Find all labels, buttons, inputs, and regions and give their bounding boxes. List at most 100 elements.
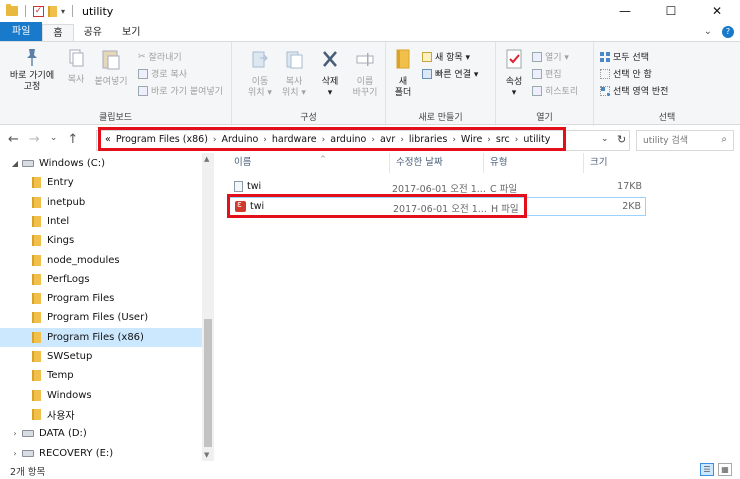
- back-button[interactable]: ←: [8, 132, 19, 147]
- tree-item[interactable]: Program Files (x86): [0, 327, 202, 347]
- scrollbar-thumb[interactable]: [204, 319, 212, 447]
- pin-quick-access-button[interactable]: 바로 가기에 고정: [4, 48, 60, 93]
- tree-item[interactable]: › DATA (D:): [0, 424, 202, 443]
- folder-icon: [32, 196, 41, 208]
- tree-item[interactable]: Windows: [0, 386, 202, 405]
- tree-item[interactable]: Temp: [0, 366, 202, 385]
- up-button[interactable]: ↑: [67, 132, 78, 147]
- tab-share[interactable]: 공유: [74, 24, 112, 42]
- address-dropdown-icon[interactable]: ⌄: [601, 134, 609, 144]
- scroll-down-icon[interactable]: ▼: [204, 451, 209, 459]
- column-header-date[interactable]: 수정한 날짜: [390, 153, 484, 173]
- move-to-button[interactable]: 이동 위치 ▾: [244, 48, 276, 99]
- copy-icon: [62, 48, 90, 72]
- copy-path-button[interactable]: 경로 복사: [138, 67, 187, 80]
- move-to-icon: [244, 48, 276, 74]
- customize-toolbar-icon[interactable]: ▾: [61, 7, 65, 16]
- tree-item[interactable]: ◢ Windows (C:): [0, 154, 202, 173]
- title-bar: ✓ ▾ utility — ☐ ✕: [0, 0, 740, 22]
- tree-item[interactable]: node_modules: [0, 251, 202, 270]
- new-folder-button[interactable]: 새 폴더: [390, 48, 416, 99]
- ribbon-collapse-icon[interactable]: ⌄: [704, 26, 712, 38]
- tree-item-label: RECOVERY (E:): [39, 447, 114, 459]
- easy-access-button[interactable]: 빠른 연결 ▾: [422, 67, 478, 80]
- minimize-button[interactable]: —: [602, 0, 648, 22]
- properties-button[interactable]: 속성 ▾: [500, 48, 528, 99]
- tree-item-label: Program Files: [47, 293, 115, 305]
- select-none-button[interactable]: 선택 안 함: [600, 67, 652, 80]
- recent-locations-button[interactable]: ⌄: [50, 133, 58, 147]
- new-item-icon: [422, 51, 432, 62]
- column-header-name[interactable]: 이름 ^: [228, 153, 390, 173]
- properties-check-icon[interactable]: ✓: [33, 5, 44, 17]
- tree-item[interactable]: Intel: [0, 212, 202, 231]
- rename-button[interactable]: 이름 바꾸기: [348, 48, 382, 99]
- expand-chevron-icon[interactable]: ›: [10, 449, 20, 458]
- edit-icon: [532, 68, 542, 79]
- ribbon: 바로 가기에 고정 복사 붙여넣기 ✂ 잘라내기 경로 복사 바로 가기 붙여넣기…: [0, 41, 740, 126]
- open-group-label: 열기: [536, 113, 553, 123]
- tab-file[interactable]: 파일: [0, 22, 43, 42]
- tree-item[interactable]: 사용자: [0, 405, 202, 424]
- tree-item-label: inetpub: [47, 196, 86, 208]
- new-group-label: 새로 만들기: [418, 113, 463, 123]
- folder-icon: [32, 177, 41, 189]
- new-item-button[interactable]: 새 항목 ▾: [422, 50, 470, 63]
- tree-item[interactable]: Program Files: [0, 289, 202, 308]
- tree-item[interactable]: Entry: [0, 173, 202, 192]
- tree-item[interactable]: SWSetup: [0, 347, 202, 366]
- tree-item-label: Program Files (x86): [47, 331, 144, 343]
- easy-access-icon: [422, 68, 432, 79]
- tab-home[interactable]: 홈: [42, 24, 74, 42]
- invert-selection-button[interactable]: 선택 영역 반전: [600, 84, 668, 97]
- help-icon[interactable]: ?: [722, 26, 734, 38]
- open-button[interactable]: 열기 ▾: [532, 50, 569, 63]
- column-header-type[interactable]: 유형: [484, 153, 584, 173]
- cut-button[interactable]: ✂ 잘라내기: [138, 50, 182, 64]
- tree-item[interactable]: inetpub: [0, 193, 202, 212]
- maximize-button[interactable]: ☐: [648, 0, 694, 22]
- file-size: 2KB: [622, 201, 641, 212]
- search-box[interactable]: ⌕: [636, 130, 734, 151]
- paste-button[interactable]: 붙여넣기: [92, 48, 130, 88]
- refresh-icon[interactable]: ↻: [617, 133, 626, 146]
- copy-to-icon: [278, 48, 310, 74]
- details-view-icon[interactable]: ☰: [700, 463, 714, 476]
- history-button[interactable]: 히스토리: [532, 84, 578, 97]
- new-folder-icon[interactable]: [48, 5, 57, 17]
- select-group-label: 선택: [658, 113, 676, 123]
- forward-button[interactable]: →: [29, 132, 40, 147]
- delete-x-icon: [314, 48, 346, 74]
- edit-button[interactable]: 편집: [532, 67, 562, 80]
- folder-icon: [32, 215, 41, 227]
- nav-scrollbar[interactable]: ▲ ▼: [202, 153, 214, 461]
- tree-item[interactable]: Kings: [0, 231, 202, 250]
- select-all-button[interactable]: 모두 선택: [600, 50, 649, 63]
- status-bar: 2개 항목 ☰ ▦: [0, 461, 740, 479]
- tree-item[interactable]: Program Files (User): [0, 308, 202, 327]
- history-icon: [532, 85, 542, 96]
- collapse-chevron-icon[interactable]: ◢: [10, 159, 20, 168]
- navigation-pane: ◢ Windows (C:) Entry inetpub Intel Kings node_…: [0, 153, 214, 461]
- tree-item-label: 사용자: [47, 410, 75, 422]
- tree-item-label: DATA (D:): [39, 428, 87, 440]
- large-icons-view-icon[interactable]: ▦: [718, 463, 732, 476]
- scroll-up-icon[interactable]: ▲: [204, 155, 209, 163]
- paste-shortcut-button[interactable]: 바로 가기 붙여넣기: [138, 84, 223, 97]
- tab-view[interactable]: 보기: [112, 24, 150, 42]
- folder-icon: [32, 389, 41, 401]
- file-name-cell: twi: [234, 181, 261, 192]
- expand-chevron-icon[interactable]: ›: [10, 429, 20, 438]
- close-button[interactable]: ✕: [694, 0, 740, 22]
- copy-button[interactable]: 복사: [62, 48, 90, 86]
- c-file-icon: [234, 181, 243, 192]
- tree-item[interactable]: PerfLogs: [0, 270, 202, 289]
- column-header-size[interactable]: 크기: [584, 153, 646, 173]
- tree-item-label: Windows: [47, 389, 92, 401]
- item-count: 2개 항목: [10, 467, 46, 478]
- copy-to-button[interactable]: 복사 위치 ▾: [278, 48, 310, 99]
- delete-button[interactable]: 삭제 ▾: [314, 48, 346, 99]
- open-icon: [532, 51, 542, 62]
- search-input[interactable]: [637, 131, 713, 150]
- tree-item[interactable]: › RECOVERY (E:): [0, 444, 202, 463]
